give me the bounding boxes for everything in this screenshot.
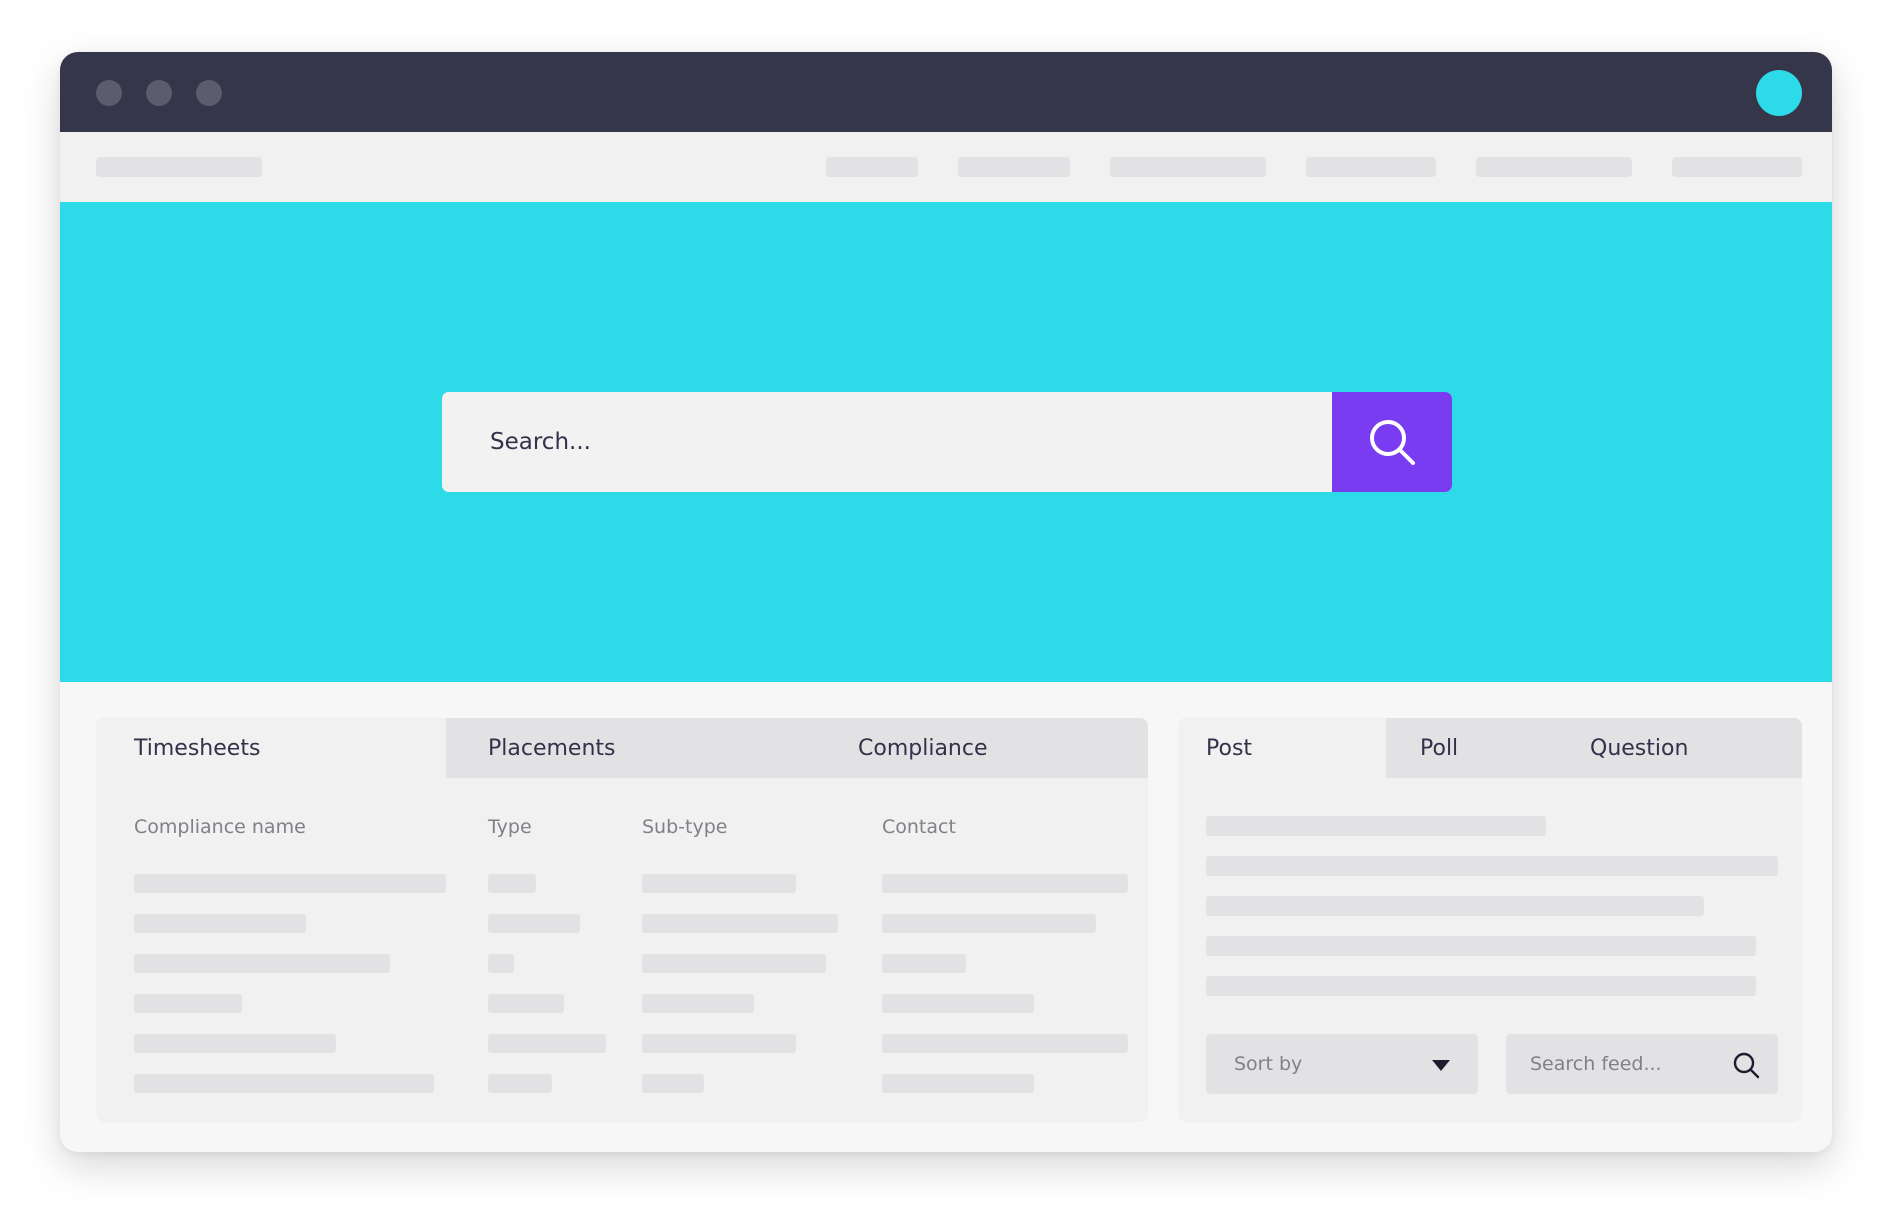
nav-item[interactable]	[1110, 157, 1266, 177]
sort-by-dropdown[interactable]: Sort by	[1206, 1034, 1478, 1094]
nav-item[interactable]	[1476, 157, 1632, 177]
top-nav	[60, 132, 1832, 202]
caret-down-icon	[1432, 1060, 1450, 1071]
nav-item[interactable]	[1306, 157, 1436, 177]
records-tabs: Timesheets Placements Compliance	[96, 718, 1148, 778]
tab-label: Poll	[1420, 735, 1459, 761]
table-cell	[882, 1074, 1034, 1093]
tab-label: Timesheets	[134, 735, 261, 761]
logo-placeholder[interactable]	[96, 157, 262, 177]
tab-question[interactable]: Question	[1556, 718, 1786, 778]
tab-compliance[interactable]: Compliance	[816, 718, 1116, 778]
search-button[interactable]	[1332, 392, 1452, 492]
search-icon[interactable]	[1732, 1051, 1760, 1079]
table-cell	[642, 874, 796, 893]
feed-search-box	[1506, 1034, 1778, 1094]
table-cell	[642, 954, 826, 973]
tab-timesheets[interactable]: Timesheets	[96, 718, 446, 778]
table-cell	[134, 954, 390, 973]
close-dot[interactable]	[96, 80, 122, 106]
table-cell	[488, 1034, 606, 1053]
text-line-placeholder	[1206, 856, 1778, 876]
table-cell	[642, 994, 754, 1013]
table-cell	[642, 914, 838, 933]
tab-label: Placements	[488, 735, 616, 761]
table-cell	[488, 874, 536, 893]
maximize-dot[interactable]	[196, 80, 222, 106]
column-header-contact[interactable]: Contact	[882, 816, 956, 838]
column-header-type[interactable]: Type	[488, 816, 532, 838]
table-cell	[134, 874, 446, 893]
table-cell	[488, 914, 580, 933]
table-cell	[134, 994, 242, 1013]
feed-tabs: Post Poll Question	[1178, 718, 1802, 778]
table-cell	[642, 1074, 704, 1093]
table-cell	[882, 874, 1128, 893]
table-cell	[882, 954, 966, 973]
table-cell	[882, 1034, 1128, 1053]
table-cell	[134, 1034, 336, 1053]
sort-by-label: Sort by	[1234, 1053, 1303, 1075]
nav-item[interactable]	[826, 157, 918, 177]
search-icon	[1370, 420, 1415, 465]
title-bar	[60, 52, 1832, 132]
text-line-placeholder	[1206, 936, 1756, 956]
nav-item[interactable]	[958, 157, 1070, 177]
tab-post[interactable]: Post	[1178, 718, 1386, 778]
tab-label: Compliance	[858, 735, 988, 761]
table-cell	[488, 994, 564, 1013]
records-panel: Timesheets Placements Compliance Complia…	[96, 718, 1148, 1122]
table-cell	[642, 1034, 796, 1053]
table-cell	[134, 914, 306, 933]
tab-poll[interactable]: Poll	[1386, 718, 1536, 778]
feed-panel: Post Poll Question Sort by	[1178, 718, 1802, 1122]
feed-search-input[interactable]	[1506, 1034, 1726, 1094]
table-cell	[488, 1074, 552, 1093]
column-header-sub-type[interactable]: Sub-type	[642, 816, 727, 838]
tab-placements[interactable]: Placements	[446, 718, 786, 778]
nav-item[interactable]	[1672, 157, 1802, 177]
text-line-placeholder	[1206, 896, 1704, 916]
text-line-placeholder	[1206, 816, 1546, 836]
browser-window: Timesheets Placements Compliance Complia…	[60, 52, 1832, 1152]
hero-search-bar	[442, 392, 1452, 492]
table-cell	[134, 1074, 434, 1093]
table-cell	[882, 994, 1034, 1013]
column-header-compliance-name[interactable]: Compliance name	[134, 816, 306, 838]
table-cell	[882, 914, 1096, 933]
text-line-placeholder	[1206, 976, 1756, 996]
tab-label: Question	[1590, 735, 1689, 761]
avatar[interactable]	[1756, 70, 1802, 116]
search-input[interactable]	[442, 392, 1332, 492]
hero-banner	[60, 202, 1832, 682]
minimize-dot[interactable]	[146, 80, 172, 106]
tab-label: Post	[1206, 735, 1253, 761]
table-cell	[488, 954, 514, 973]
